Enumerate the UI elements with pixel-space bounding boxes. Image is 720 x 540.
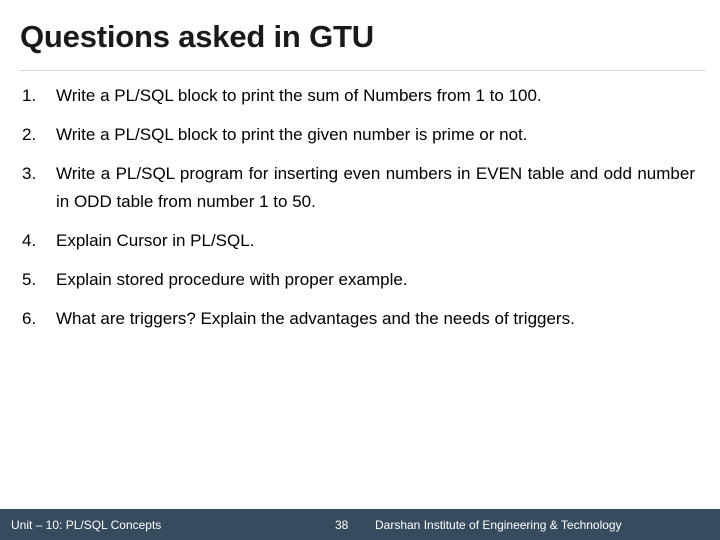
page-title: Questions asked in GTU [20, 19, 374, 54]
list-item-text: What are triggers? Explain the advantage… [56, 309, 575, 328]
list-item-text: Write a PL/SQL program for inserting eve… [56, 164, 695, 211]
list-item: 3. Write a PL/SQL program for inserting … [0, 160, 720, 216]
list-item-number: 4. [22, 231, 37, 250]
list-item-text: Write a PL/SQL block to print the sum of… [56, 86, 542, 105]
list-item-number: 5. [22, 270, 37, 289]
title-divider [19, 70, 706, 71]
list-item: 1. Write a PL/SQL block to print the sum… [0, 82, 720, 110]
list-item-number: 1. [22, 86, 37, 105]
list-item-number: 2. [22, 125, 37, 144]
list-item-number: 3. [22, 164, 37, 183]
footer-unit-label: Unit – 10: PL/SQL Concepts [11, 517, 162, 532]
list-item: 4. Explain Cursor in PL/SQL. [0, 227, 720, 255]
slide-canvas: Questions asked in GTU 1. Write a PL/SQL… [0, 0, 720, 540]
list-item: 5. Explain stored procedure with proper … [0, 266, 720, 294]
slide-footer: Unit – 10: PL/SQL Concepts 38 Darshan In… [0, 509, 720, 540]
list-item-text: Explain Cursor in PL/SQL. [56, 231, 255, 250]
list-item-text: Write a PL/SQL block to print the given … [56, 125, 528, 144]
list-item: 2. Write a PL/SQL block to print the giv… [0, 121, 720, 149]
list-item-text: Explain stored procedure with proper exa… [56, 270, 408, 289]
footer-organization-label: Darshan Institute of Engineering & Techn… [375, 517, 622, 532]
footer-page-number: 38 [335, 517, 349, 532]
list-item-number: 6. [22, 309, 37, 328]
list-item: 6. What are triggers? Explain the advant… [0, 305, 720, 333]
question-list: 1. Write a PL/SQL block to print the sum… [0, 82, 720, 344]
